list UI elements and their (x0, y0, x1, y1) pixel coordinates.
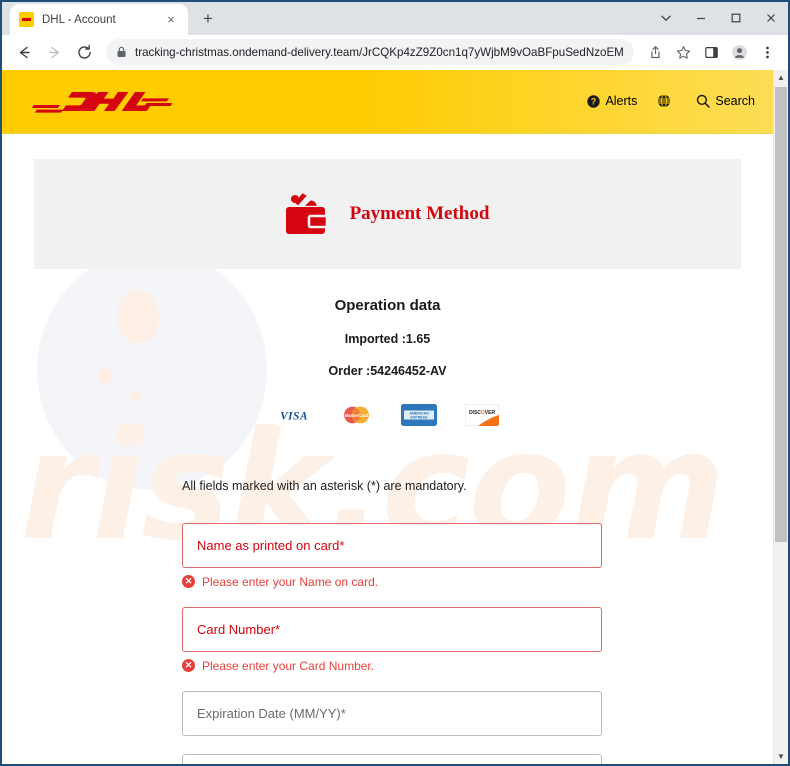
header-link-label: Alerts (605, 94, 638, 109)
dhl-favicon (19, 12, 34, 28)
svg-text:DISCOVER: DISCOVER (468, 410, 495, 416)
expiration-date-input[interactable]: Expiration Date (MM/YY)* (182, 690, 602, 736)
tab-title: DHL - Account (42, 13, 116, 26)
svg-text:EXPRESS: EXPRESS (410, 415, 428, 419)
amex-logo: AMERICAN EXPRESS (400, 403, 437, 431)
order-number: Order :54246452-AV (328, 363, 447, 378)
tab-strip: DHL - Account × + (2, 2, 788, 36)
url-text: tracking-christmas.ondemand-delivery.tea… (135, 45, 624, 59)
scroll-up-arrow[interactable]: ▲ (774, 69, 788, 85)
operation-data-heading: Operation data (334, 296, 441, 314)
address-bar[interactable]: tracking-christmas.ondemand-delivery.tea… (106, 39, 634, 66)
browser-toolbar: tracking-christmas.ondemand-delivery.tea… (2, 35, 788, 70)
discover-logo: DISCOVER (464, 403, 499, 431)
operation-data-block: Operation data Imported :1.65 Order :542… (2, 297, 773, 378)
visa-logo: VISA (276, 403, 311, 431)
share-icon[interactable] (642, 39, 668, 65)
page-scrollbar[interactable]: ▲ ▼ (773, 69, 788, 765)
wallet-icon (285, 190, 332, 238)
accepted-card-logos: VISA MasterCard AMERICAN EXPRESS DISCOVE… (2, 403, 773, 431)
payment-method-banner: Payment Method (34, 158, 741, 269)
card-number-error: ✕ Please enter your Card Number. (182, 659, 593, 673)
name-on-card-input[interactable]: Name as printed on card* (182, 522, 602, 568)
forward-button[interactable] (40, 38, 68, 66)
mastercard-logo: MasterCard (339, 404, 373, 431)
maximize-button[interactable] (718, 2, 753, 34)
globe-icon (657, 94, 671, 108)
window-controls (648, 2, 788, 34)
lock-icon (116, 46, 127, 58)
next-field-partial[interactable] (182, 753, 602, 765)
header-link-language[interactable] (657, 94, 676, 108)
scrollbar-thumb[interactable] (775, 86, 787, 542)
dhl-logo[interactable] (32, 85, 172, 117)
name-on-card-placeholder: Name as printed on card* (197, 537, 345, 553)
three-dot-menu-icon[interactable] (754, 39, 780, 65)
card-number-input[interactable]: Card Number* (182, 606, 602, 652)
page-viewport: risk.com ? Alerts Search Payment Method … (2, 69, 788, 765)
name-on-card-error: ✕ Please enter your Name on card. (182, 575, 593, 589)
error-circle-icon: ✕ (182, 659, 195, 673)
profile-avatar-icon[interactable] (726, 39, 752, 65)
header-link-search[interactable]: Search (696, 94, 755, 108)
card-number-placeholder: Card Number* (197, 621, 281, 637)
web-page: risk.com ? Alerts Search Payment Method … (2, 69, 773, 765)
error-text: Please enter your Card Number. (202, 658, 375, 673)
alert-circle-icon: ? (587, 95, 601, 108)
scroll-down-arrow[interactable]: ▼ (774, 749, 788, 765)
minimize-button[interactable] (683, 2, 718, 34)
tab-search-chevron-icon[interactable] (648, 2, 683, 34)
reload-button[interactable] (70, 38, 98, 66)
tab-close-icon[interactable]: × (163, 13, 179, 26)
imported-amount: Imported :1.65 (344, 331, 431, 346)
payment-method-title: Payment Method (349, 202, 490, 224)
header-link-label: Search (715, 94, 755, 109)
header-nav: ? Alerts Search (587, 94, 755, 108)
svg-text:?: ? (591, 96, 597, 106)
new-tab-button[interactable]: + (194, 5, 222, 33)
browser-tab[interactable]: DHL - Account × (10, 4, 188, 36)
browser-window: DHL - Account × + tracking-christmas.ond… (0, 0, 790, 766)
header-link-alerts[interactable]: ? Alerts (587, 94, 637, 108)
payment-form: Name as printed on card* ✕ Please enter … (2, 522, 773, 765)
close-button[interactable] (753, 2, 788, 34)
error-text: Please enter your Name on card. (202, 574, 379, 589)
back-button[interactable] (10, 38, 38, 66)
expiration-date-placeholder: Expiration Date (MM/YY)* (197, 705, 346, 721)
star-icon[interactable] (670, 39, 696, 65)
side-panel-icon[interactable] (698, 39, 724, 65)
svg-text:VISA: VISA (280, 410, 308, 422)
error-circle-icon: ✕ (182, 575, 195, 589)
mandatory-fields-note: All fields marked with an asterisk (*) a… (182, 478, 467, 493)
svg-text:MasterCard: MasterCard (344, 413, 367, 418)
site-header: ? Alerts Search (2, 69, 773, 134)
search-icon (696, 94, 711, 108)
page-content: Payment Method Operation data Imported :… (2, 158, 773, 765)
